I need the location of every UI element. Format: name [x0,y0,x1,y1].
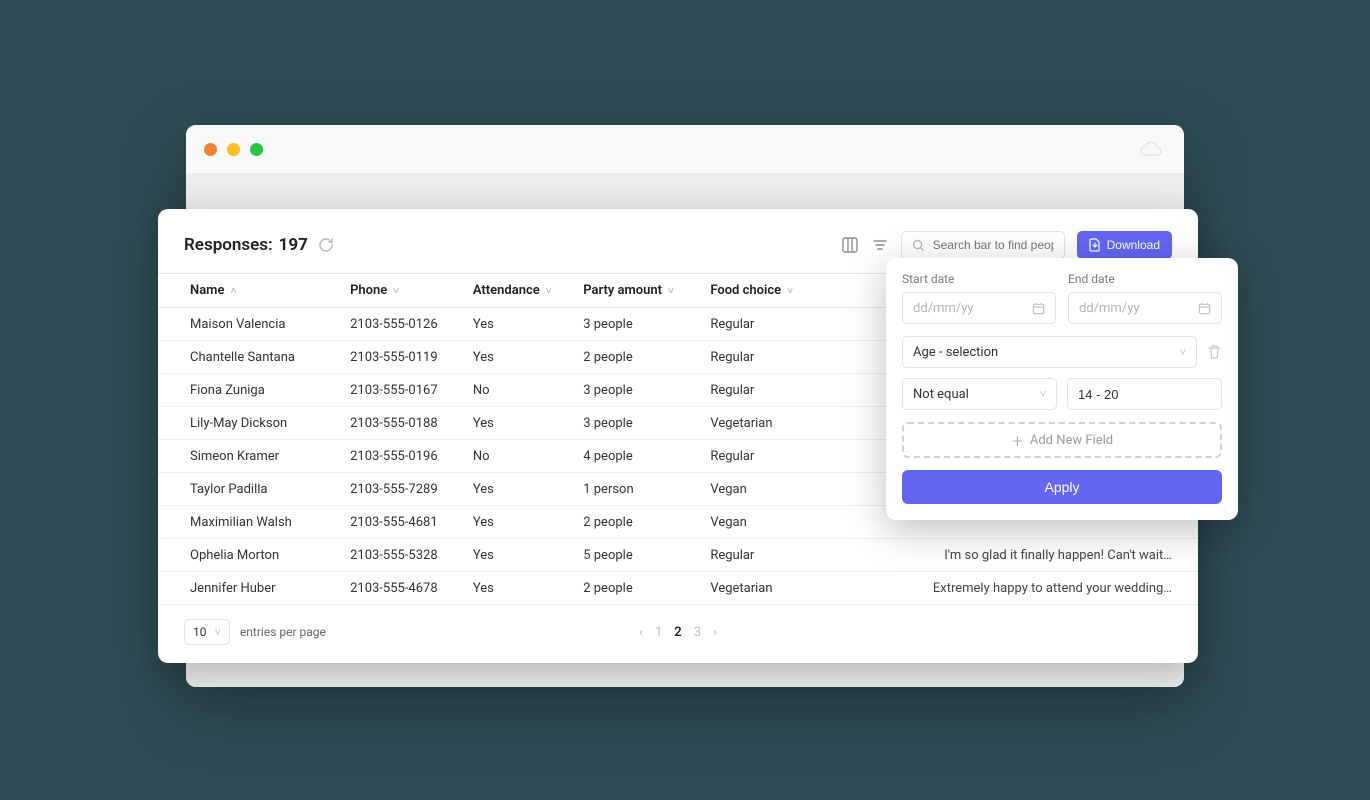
cell-attendance: Yes [473,473,583,506]
end-date-label: End date [1068,272,1222,286]
cell-name: Simeon Kramer [158,440,350,473]
panel-title: Responses: 197 [184,235,308,255]
per-page-label: entries per page [240,625,326,639]
cell-name: Jennifer Huber [158,572,350,605]
filter-icon[interactable] [871,236,889,254]
cell-name: Maximilian Walsh [158,506,350,539]
cell-note: I'm so glad it finally happen! Can't wai… [826,539,1198,572]
col-phone[interactable]: Phone˅ [350,274,473,308]
cell-phone: 2103-555-4678 [350,572,473,605]
cell-party: 1 person [583,473,710,506]
cell-attendance: Yes [473,341,583,374]
apply-button[interactable]: Apply [902,470,1222,504]
col-food[interactable]: Food choice˅ [710,274,826,308]
cell-attendance: Yes [473,539,583,572]
calendar-icon [1198,302,1211,315]
cell-food: Vegetarian [710,407,826,440]
col-name[interactable]: Name˄ [158,274,350,308]
col-attendance[interactable]: Attendance˅ [473,274,583,308]
panel-footer: 10 ˅ entries per page ‹ 1 2 3 › [158,605,1198,645]
cell-phone: 2103-555-0119 [350,341,473,374]
cell-food: Regular [710,539,826,572]
cell-party: 3 people [583,407,710,440]
cell-phone: 2103-555-0167 [350,374,473,407]
chevron-down-icon: ˅ [1040,388,1046,401]
download-label: Download [1107,238,1160,252]
cell-food: Regular [710,440,826,473]
cell-party: 2 people [583,341,710,374]
per-page-value: 10 [193,625,207,639]
cell-food: Vegetarian [710,572,826,605]
cell-phone: 2103-555-7289 [350,473,473,506]
calendar-icon [1032,302,1045,315]
cell-name: Lily-May Dickson [158,407,350,440]
filter-operator-select[interactable]: Not equal ˅ [902,378,1057,410]
filter-popover: Start date dd/mm/yy End date dd/mm/yy Ag… [886,258,1238,520]
cell-food: Regular [710,341,826,374]
page-2[interactable]: 2 [674,625,681,640]
page-3[interactable]: 3 [694,625,701,640]
traffic-close-icon[interactable] [204,143,217,156]
cell-party: 2 people [583,506,710,539]
cell-food: Vegan [710,473,826,506]
refresh-icon[interactable] [318,237,334,253]
search-input[interactable] [933,238,1054,252]
page-next[interactable]: › [713,625,717,640]
cell-name: Ophelia Morton [158,539,350,572]
pagination: ‹ 1 2 3 › [639,625,717,640]
cell-name: Fiona Zuniga [158,374,350,407]
cell-food: Vegan [710,506,826,539]
cell-party: 4 people [583,440,710,473]
cell-food: Regular [710,308,826,341]
responses-label: Responses: [184,235,273,255]
filter-value-input[interactable] [1067,378,1222,410]
download-button[interactable]: Download [1077,231,1172,259]
page-prev[interactable]: ‹ [639,625,643,640]
download-icon [1089,238,1101,252]
col-party[interactable]: Party amount˅ [583,274,710,308]
cell-attendance: Yes [473,506,583,539]
cell-attendance: No [473,374,583,407]
chevron-down-icon: ˅ [215,626,221,639]
traffic-maximize-icon[interactable] [250,143,263,156]
start-date-label: Start date [902,272,1056,286]
cell-phone: 2103-555-0196 [350,440,473,473]
columns-icon[interactable] [841,236,859,254]
cell-phone: 2103-555-0188 [350,407,473,440]
cell-phone: 2103-555-4681 [350,506,473,539]
cell-name: Chantelle Santana [158,341,350,374]
cell-party: 3 people [583,374,710,407]
cell-party: 3 people [583,308,710,341]
trash-icon[interactable] [1207,344,1222,360]
end-date-input[interactable]: dd/mm/yy [1068,292,1222,324]
cell-phone: 2103-555-5328 [350,539,473,572]
cell-attendance: Yes [473,308,583,341]
cell-party: 2 people [583,572,710,605]
cell-name: Taylor Padilla [158,473,350,506]
cell-party: 5 people [583,539,710,572]
cell-name: Maison Valencia [158,308,350,341]
search-icon [912,239,925,252]
cell-attendance: Yes [473,572,583,605]
per-page-select[interactable]: 10 ˅ [184,619,230,645]
start-date-input[interactable]: dd/mm/yy [902,292,1056,324]
filter-field-select[interactable]: Age - selection ˅ [902,336,1197,368]
responses-count: 197 [279,235,308,255]
search-input-wrapper[interactable] [901,231,1065,259]
traffic-minimize-icon[interactable] [227,143,240,156]
browser-titlebar [186,125,1184,173]
cell-note: Extremely happy to attend your wedding… [826,572,1198,605]
add-field-button[interactable]: ＋ Add New Field [902,422,1222,458]
page-1[interactable]: 1 [655,625,662,640]
cell-attendance: No [473,440,583,473]
table-row[interactable]: Ophelia Morton2103-555-5328Yes5 peopleRe… [158,539,1198,572]
cloud-icon [1140,141,1162,161]
cell-phone: 2103-555-0126 [350,308,473,341]
plus-icon: ＋ [1011,431,1024,450]
cell-food: Regular [710,374,826,407]
chevron-down-icon: ˅ [1180,346,1186,359]
cell-attendance: Yes [473,407,583,440]
table-row[interactable]: Jennifer Huber2103-555-4678Yes2 peopleVe… [158,572,1198,605]
